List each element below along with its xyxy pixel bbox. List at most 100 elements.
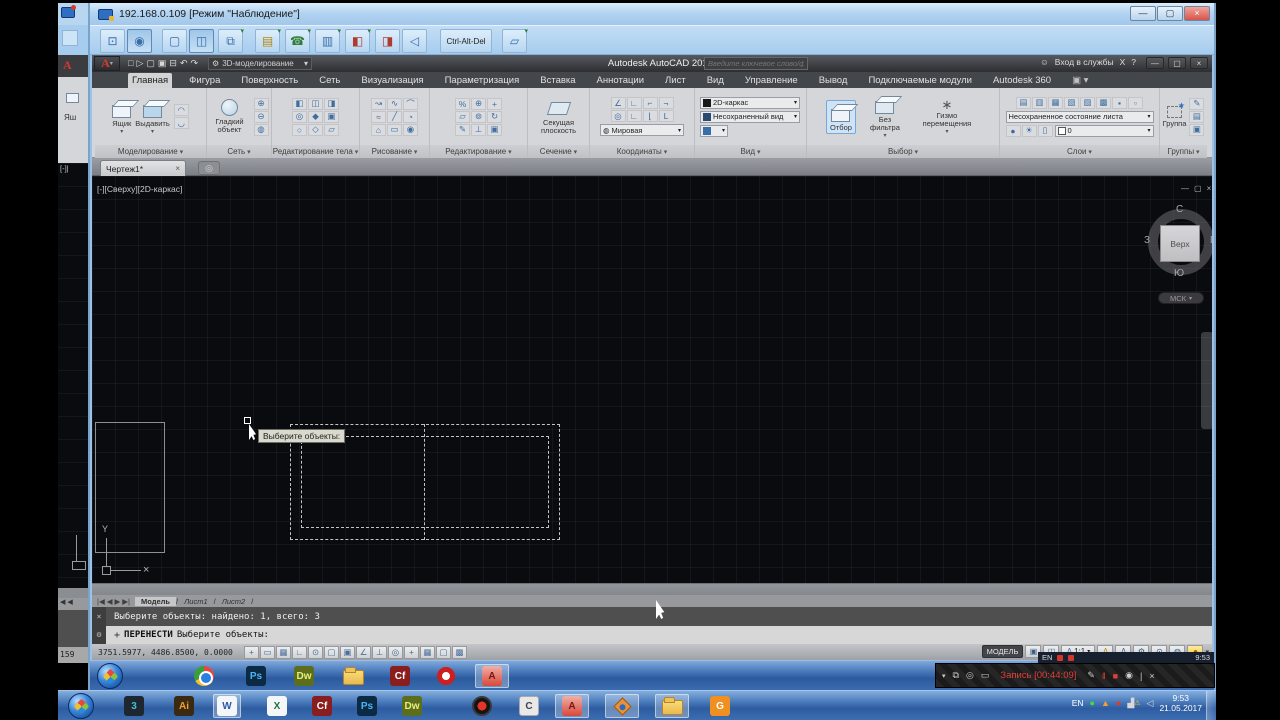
recorder-camera-icon[interactable]: ◉: [1125, 670, 1133, 681]
autocad-titlebar[interactable]: A▾ □ ▷ ▢ ▣ ⊟ ↶ ↷ ⚙ 3D-моделирование ▾ Au…: [92, 55, 1212, 72]
vp-minimize-icon[interactable]: —: [1181, 184, 1189, 193]
icon-glyph[interactable]: ▭: [387, 124, 402, 136]
icon-glyph[interactable]: ◉: [403, 124, 418, 136]
host-taskbar-illustrator-icon[interactable]: Ai: [170, 694, 198, 718]
tab-vizualizacia[interactable]: Визуализация: [357, 73, 427, 88]
icon-glyph[interactable]: ⌒: [403, 98, 418, 110]
panel-title[interactable]: Вид: [695, 145, 806, 158]
panel-title[interactable]: Моделирование: [95, 145, 206, 158]
icon-glyph[interactable]: +: [404, 646, 419, 659]
icon-glyph[interactable]: ∿: [387, 98, 402, 110]
show-desktop-button[interactable]: [1206, 691, 1216, 720]
icon-glyph[interactable]: ◔: [403, 111, 418, 123]
icon-glyph[interactable]: ▱: [455, 111, 470, 123]
icon-glyph[interactable]: ⊕: [471, 98, 486, 110]
remote-taskbar-opera-icon[interactable]: [432, 664, 460, 688]
icon-glyph[interactable]: ◠: [174, 104, 189, 116]
icon-glyph[interactable]: ▩: [452, 646, 467, 659]
icon-glyph[interactable]: ▦: [276, 646, 291, 659]
icon-glyph[interactable]: ▢: [436, 646, 451, 659]
command-input-line[interactable]: + ПЕРЕНЕСТИ Выберите объекты:: [92, 626, 1212, 644]
full-control-button[interactable]: ▢: [162, 29, 187, 53]
tab-list[interactable]: Лист: [661, 73, 690, 88]
speaker-muted-icon[interactable]: ◁: [1147, 698, 1154, 709]
icon-glyph[interactable]: ╱: [387, 111, 402, 123]
icon-glyph[interactable]: ☀: [1022, 125, 1037, 137]
remote-start-button[interactable]: [97, 663, 123, 689]
viewport-config-dropdown[interactable]: ▾: [700, 125, 728, 137]
command-history-line[interactable]: × ⚙ Выберите объекты: найдено: 1, всего:…: [92, 607, 1212, 626]
clipboard-button[interactable]: ▥: [315, 29, 340, 53]
host-start-button[interactable]: [68, 693, 94, 719]
file-transfer-button[interactable]: ▤: [255, 29, 280, 53]
icon-glyph[interactable]: ◫: [308, 98, 323, 110]
recorder-window-icon[interactable]: ⧉: [953, 670, 959, 681]
icon-glyph[interactable]: ⊚: [471, 111, 486, 123]
next-layout-icon[interactable]: ▶: [115, 597, 121, 606]
icon-glyph[interactable]: ▫: [1128, 97, 1143, 109]
visual-style-dropdown[interactable]: 2D-каркас▾: [700, 97, 800, 109]
host-taskbar-excel-icon[interactable]: X: [263, 694, 291, 718]
saveas-icon[interactable]: ▣: [158, 58, 167, 69]
screen-record-button[interactable]: ◧: [345, 29, 370, 53]
recorder-pause-icon[interactable]: ‖: [1102, 671, 1106, 681]
group-button[interactable]: ★Группа: [1163, 106, 1187, 128]
recorder-close-icon[interactable]: ×: [1149, 671, 1154, 681]
redo-icon[interactable]: ↷: [190, 58, 198, 69]
model-space-button[interactable]: МОДЕЛЬ: [982, 645, 1024, 658]
vp-restore-icon[interactable]: ▢: [1194, 184, 1202, 193]
tab-upravlenie[interactable]: Управление: [741, 73, 802, 88]
viewcube-top-face[interactable]: Верх: [1160, 225, 1200, 262]
panel-title[interactable]: Редактирование тела: [272, 145, 359, 158]
icon-glyph[interactable]: ∟: [627, 97, 642, 109]
icon-glyph[interactable]: ◆: [308, 111, 323, 123]
tab-moduli[interactable]: Подключаемые модули: [864, 73, 976, 88]
tab-poverhnost[interactable]: Поверхность: [237, 73, 302, 88]
tab-annotacii[interactable]: Аннотации: [593, 73, 649, 88]
layout-tab-model[interactable]: Модель: [135, 597, 176, 606]
host-taskbar-explorer-icon[interactable]: [655, 694, 689, 718]
selection-divider-line[interactable]: [424, 424, 425, 540]
layer-state-dropdown[interactable]: Несохраненное состояние листа▾: [1006, 111, 1154, 123]
icon-glyph[interactable]: ∠: [611, 97, 626, 109]
tab-vstavka[interactable]: Вставка: [536, 73, 579, 88]
icon-glyph[interactable]: +: [244, 646, 259, 659]
navigation-bar[interactable]: [1201, 332, 1212, 429]
command-wrench-icon[interactable]: ⚙: [97, 630, 102, 639]
icon-glyph[interactable]: ⌐: [643, 97, 658, 109]
icon-glyph[interactable]: ◧: [292, 98, 307, 110]
remote-language-indicator[interactable]: EN: [1042, 653, 1052, 662]
panel-title[interactable]: Координаты: [590, 145, 694, 158]
close-icon[interactable]: ×: [175, 164, 180, 173]
selection-inner-rect[interactable]: [301, 436, 549, 528]
icon-glyph[interactable]: ⊥: [372, 646, 387, 659]
recorder-menu-caret[interactable]: ▾: [942, 672, 946, 680]
icon-glyph[interactable]: ▦: [420, 646, 435, 659]
icon-glyph[interactable]: ⌂: [371, 124, 386, 136]
icon-glyph[interactable]: ●: [1006, 125, 1021, 137]
host-taskbar-dreamweaver-icon[interactable]: Dw: [398, 694, 426, 718]
coordinates-readout[interactable]: 3751.5977, 4486.8500, 0.0000: [98, 648, 236, 657]
remote-taskbar-coldfusion-icon[interactable]: Cf: [386, 664, 414, 688]
sound-button[interactable]: ◁: [402, 29, 427, 53]
host-taskbar-gpdf-icon[interactable]: G: [706, 694, 734, 718]
tab-parametrizacia[interactable]: Параметризация: [441, 73, 524, 88]
icon-glyph[interactable]: ≈: [371, 111, 386, 123]
ctrl-alt-del-button[interactable]: Ctrl-Alt-Del: [440, 29, 492, 53]
icon-glyph[interactable]: ⊖: [254, 111, 269, 123]
drawing-canvas[interactable]: [-][Сверху][2D-каркас] — ▢ × С З В Ю Вер…: [92, 176, 1212, 583]
host-taskbar-recorder-icon[interactable]: [468, 694, 496, 718]
panel-title[interactable]: Редактирование: [430, 145, 527, 158]
icon-glyph[interactable]: ▣: [487, 124, 502, 136]
icon-glyph[interactable]: ▣: [340, 646, 355, 659]
icon-glyph[interactable]: ∟: [627, 110, 642, 122]
zoom-view-button[interactable]: ◉: [127, 29, 152, 53]
viewer-minimize-button[interactable]: —: [1130, 6, 1156, 21]
drawing-file-tab[interactable]: Чертеж1* ×: [100, 160, 186, 176]
move-gizmo-button[interactable]: ∗Гизмо перемещения▾: [914, 98, 980, 136]
monitors-button[interactable]: ⧉: [218, 29, 243, 53]
new-drawing-tab-button[interactable]: ◎: [198, 161, 220, 175]
print-icon[interactable]: ⊟: [169, 58, 177, 69]
recorder-frame-icon[interactable]: ▭: [981, 670, 990, 681]
help-button[interactable]: ?: [1131, 57, 1136, 67]
